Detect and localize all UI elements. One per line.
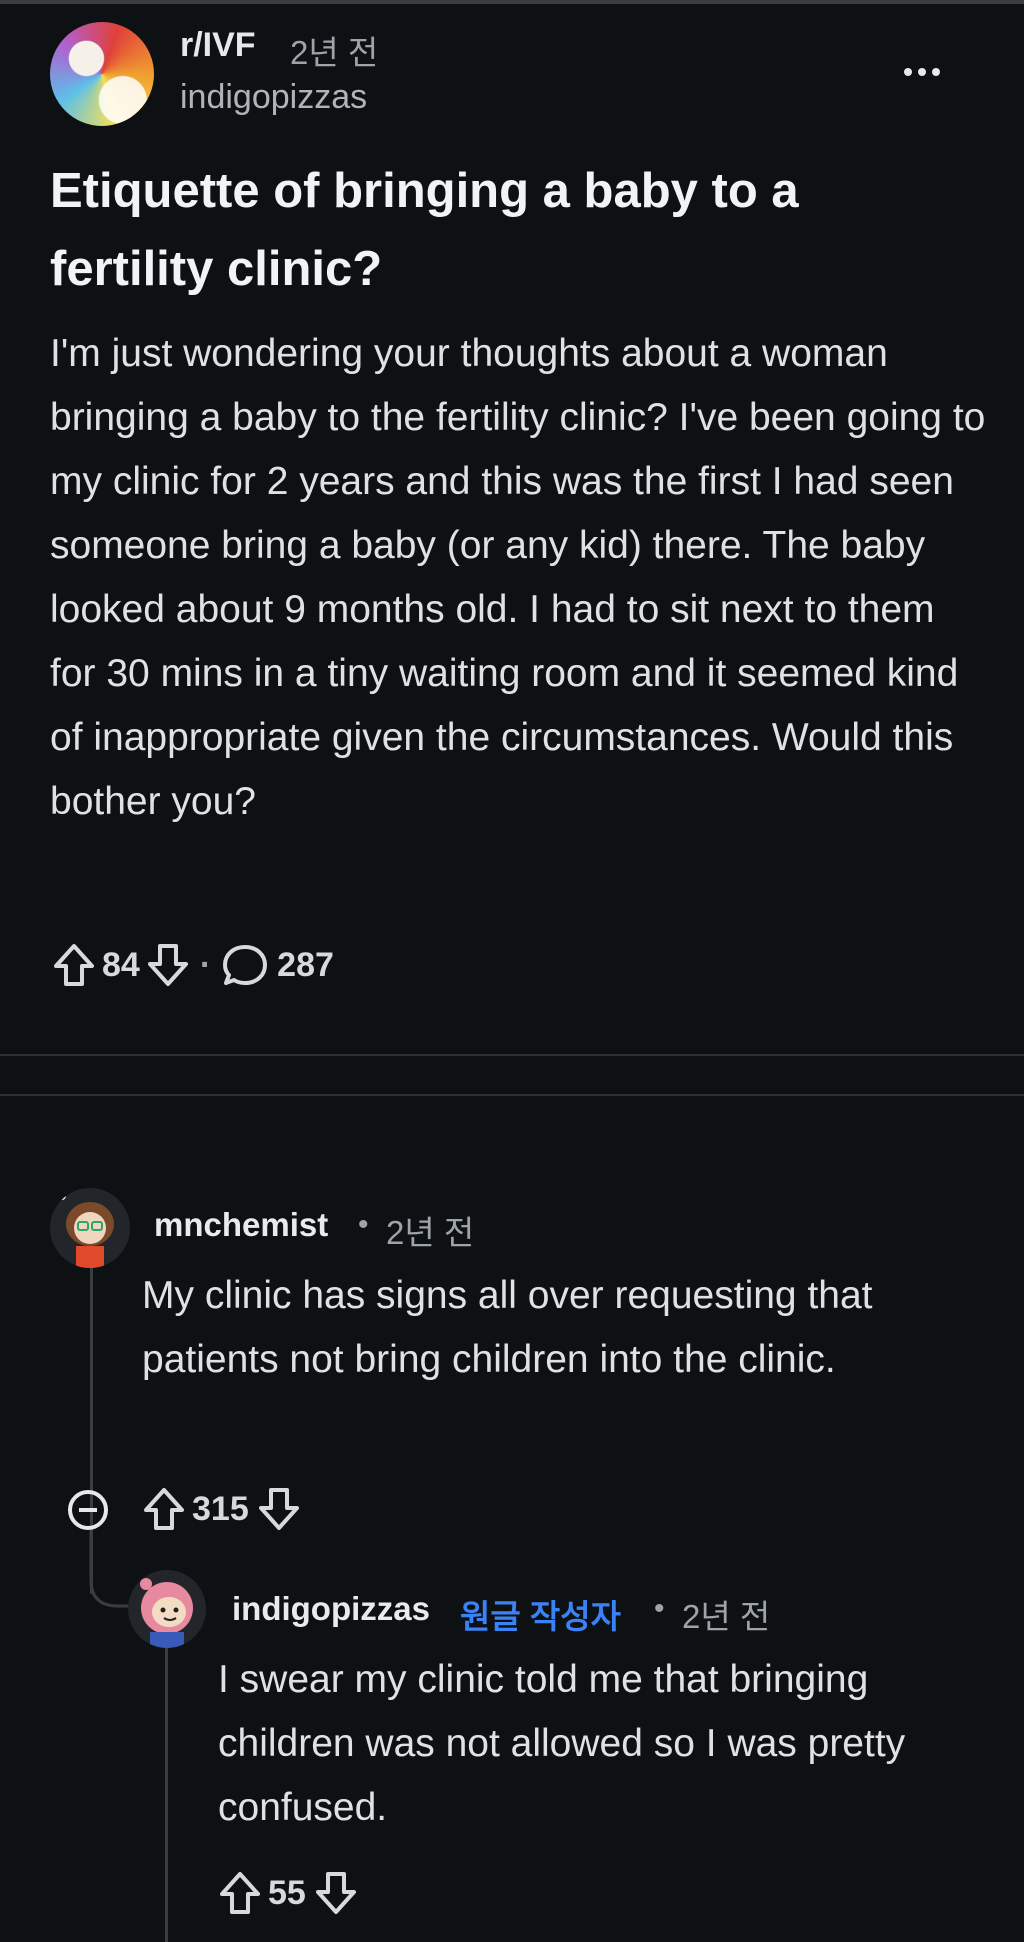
comment-count[interactable]: 287	[277, 946, 334, 985]
post-body: I'm just wondering your thoughts about a…	[50, 332, 986, 823]
post-author[interactable]: indigopizzas	[180, 78, 367, 117]
comment-vote-count: 315	[192, 1489, 249, 1528]
comment-author[interactable]: indigopizzas	[232, 1590, 430, 1628]
comment-author[interactable]: mnchemist	[154, 1206, 328, 1244]
comment-body: My clinic has signs all over requesting …	[142, 1274, 873, 1381]
meta-dot: •	[654, 1592, 665, 1625]
upvote-icon[interactable]	[52, 942, 96, 988]
post-title[interactable]: Etiquette of bringing a baby to a fertil…	[50, 152, 970, 308]
collapse-thread-icon[interactable]	[68, 1490, 108, 1530]
post-vote-count: 84	[102, 945, 140, 984]
commenter-avatar[interactable]	[50, 1188, 130, 1268]
top-border	[0, 0, 1024, 4]
comment-time: 2년 전	[682, 1598, 771, 1635]
comment-vote-count: 55	[268, 1873, 306, 1912]
divider	[0, 1094, 1024, 1096]
commenter-avatar[interactable]	[128, 1570, 206, 1648]
meta-dot: •	[358, 1208, 369, 1241]
thread-line[interactable]	[165, 1640, 168, 1942]
post-time: 2년 전	[290, 34, 379, 71]
downvote-icon[interactable]	[257, 1486, 301, 1532]
more-icon	[904, 68, 912, 76]
comment-time: 2년 전	[386, 1214, 475, 1251]
op-badge: 원글 작성자	[460, 1598, 621, 1635]
comment-body: I swear my clinic told me that bringing …	[218, 1658, 906, 1829]
downvote-icon[interactable]	[146, 942, 190, 988]
more-options-button[interactable]	[896, 52, 948, 92]
comment-icon[interactable]	[221, 942, 269, 988]
downvote-icon[interactable]	[314, 1870, 358, 1916]
upvote-icon[interactable]	[218, 1870, 262, 1916]
divider	[0, 1054, 1024, 1056]
actions-separator: ·	[199, 945, 212, 984]
comment-actions: 55	[218, 1868, 358, 1918]
subreddit-name[interactable]: r/IVF	[180, 26, 256, 65]
comment-actions: 315	[142, 1484, 301, 1534]
subreddit-avatar[interactable]	[50, 22, 154, 126]
upvote-icon[interactable]	[142, 1486, 186, 1532]
post-actions: 84 · 287	[52, 940, 334, 990]
